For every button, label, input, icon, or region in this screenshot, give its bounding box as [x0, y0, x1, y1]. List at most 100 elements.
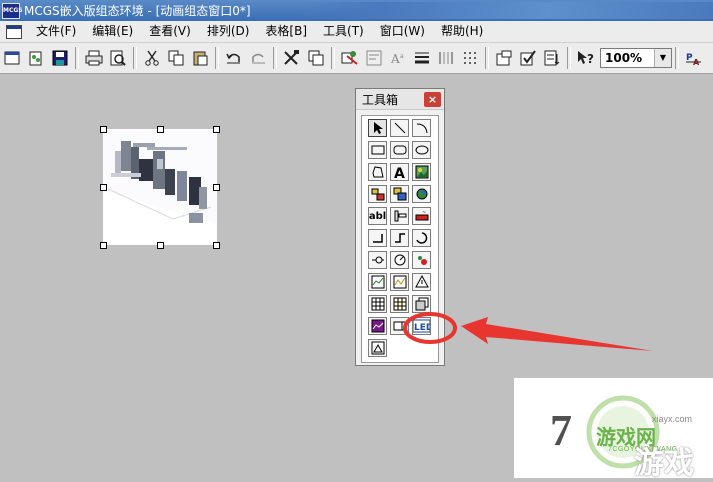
font-icon[interactable]: Aa [387, 47, 409, 69]
list-icon[interactable] [541, 47, 563, 69]
label-input-tool[interactable]: abl [368, 207, 387, 225]
switch-tool[interactable] [368, 251, 387, 269]
ellipse-tool[interactable] [412, 141, 431, 159]
grid-icon[interactable] [435, 47, 457, 69]
custom-table-tool[interactable] [390, 295, 409, 313]
resize-handle-ne[interactable] [213, 126, 220, 133]
rectangle-tool[interactable] [368, 141, 387, 159]
equipment-picture[interactable] [103, 129, 217, 245]
svg-text:?: ? [587, 52, 594, 66]
text-tool[interactable]: A [390, 163, 409, 181]
watermark-number: 7 [550, 406, 572, 455]
resize-handle-se[interactable] [213, 242, 220, 249]
print-icon[interactable] [83, 47, 105, 69]
svg-text:A: A [390, 52, 400, 66]
table-tool[interactable] [368, 295, 387, 313]
slider-tool[interactable] [390, 207, 409, 225]
alarm-tool[interactable] [412, 273, 431, 291]
resize-handle-nw[interactable] [100, 126, 107, 133]
blurred-titlebar-region [300, 2, 713, 19]
window-icon[interactable] [1, 47, 23, 69]
copy-icon[interactable] [165, 47, 187, 69]
insert-element-tool[interactable] [412, 185, 431, 203]
zoom-select[interactable]: 100% ▼ [600, 48, 672, 68]
pipe-tool[interactable] [368, 185, 387, 203]
document-window-icon[interactable] [6, 24, 22, 39]
svg-text:a: a [400, 53, 404, 60]
rounded-rect-tool[interactable] [390, 141, 409, 159]
toolbar-separator [675, 47, 679, 69]
menu-arrange[interactable]: 排列(D) [199, 21, 258, 42]
dots-icon[interactable] [459, 47, 481, 69]
menu-view[interactable]: 查看(V) [141, 21, 199, 42]
toolbox-grid: A abl ~ LED [361, 115, 439, 363]
window-titlebar[interactable]: MCGS MCGS嵌入版组态环境 - [动画组态窗口0*] [0, 0, 713, 21]
led-display-tool[interactable]: LED [412, 317, 431, 335]
align-icon[interactable] [363, 47, 385, 69]
menu-bar: 文件(F) 编辑(E) 查看(V) 排列(D) 表格[B] 工具(T) 窗口(W… [0, 21, 713, 43]
polygon-tool[interactable] [368, 163, 387, 181]
property-icon[interactable] [339, 47, 361, 69]
flow-pipe-tool[interactable] [368, 229, 387, 247]
frame-icon[interactable] [305, 47, 327, 69]
lines-icon[interactable] [411, 47, 433, 69]
toolbar-separator [567, 47, 571, 69]
toolbar-separator [485, 47, 489, 69]
pointer-tool[interactable] [368, 119, 387, 137]
pipe-corner-tool[interactable] [390, 229, 409, 247]
menu-tools[interactable]: 工具(T) [315, 21, 372, 42]
svg-text:LED: LED [414, 323, 430, 333]
combo-tool[interactable] [390, 317, 409, 335]
toolbox-title: 工具箱 [362, 92, 399, 107]
toolbar-separator [133, 47, 137, 69]
menu-help[interactable]: 帮助(H) [433, 21, 491, 42]
menu-window[interactable]: 窗口(W) [372, 21, 433, 42]
toolbar-separator [273, 47, 277, 69]
resize-handle-s[interactable] [157, 242, 164, 249]
element-library-tool[interactable] [390, 185, 409, 203]
tools-icon[interactable] [281, 47, 303, 69]
xy-curve-tool[interactable] [390, 273, 409, 291]
save-icon[interactable] [49, 47, 71, 69]
resize-handle-n[interactable] [157, 126, 164, 133]
paste-icon[interactable] [189, 47, 211, 69]
svg-text:A: A [394, 166, 405, 179]
toolbox-titlebar[interactable]: 工具箱 × [356, 89, 444, 110]
resize-handle-sw[interactable] [100, 242, 107, 249]
svg-text:~: ~ [422, 210, 426, 216]
line-tool[interactable] [390, 119, 409, 137]
object-props-icon[interactable] [493, 47, 515, 69]
resize-handle-e[interactable] [213, 184, 220, 191]
gauge-tool[interactable] [390, 251, 409, 269]
print-preview-icon[interactable] [107, 47, 129, 69]
zoom-value: 100% [605, 51, 643, 65]
realtime-curve-tool[interactable] [368, 317, 387, 335]
redo-icon[interactable] [247, 47, 269, 69]
rotate-tool[interactable] [412, 229, 431, 247]
close-button[interactable]: × [424, 91, 441, 107]
bitmap-tool[interactable] [412, 163, 431, 181]
window-title: MCGS嵌入版组态环境 - [动画组态窗口0*] [24, 4, 251, 18]
cut-icon[interactable] [141, 47, 163, 69]
resize-handle-w[interactable] [100, 184, 107, 191]
menu-table[interactable]: 表格[B] [257, 21, 315, 42]
trend-curve-tool[interactable] [368, 273, 387, 291]
toolbar-separator [331, 47, 335, 69]
main-toolbar: Aa ? 100% ▼ PA [0, 43, 713, 74]
toolbox-panel: 工具箱 × A abl ~ LED [355, 88, 445, 366]
arc-tool[interactable] [412, 119, 431, 137]
indicator-tool[interactable]: ~ [412, 207, 431, 225]
help-icon[interactable]: ? [575, 47, 597, 69]
new-icon[interactable] [25, 47, 47, 69]
menu-file[interactable]: 文件(F) [28, 21, 84, 42]
check-icon[interactable] [517, 47, 539, 69]
window-tool[interactable] [412, 295, 431, 313]
menu-edit[interactable]: 编辑(E) [84, 21, 141, 42]
undo-icon[interactable] [223, 47, 245, 69]
toolbar-separator [215, 47, 219, 69]
chevron-down-icon[interactable]: ▼ [654, 49, 671, 67]
light-tool[interactable] [412, 251, 431, 269]
watermark-site: xiayx.com [652, 414, 693, 424]
animation-tool[interactable] [368, 339, 387, 357]
dictionary-icon[interactable]: PA [683, 47, 705, 69]
